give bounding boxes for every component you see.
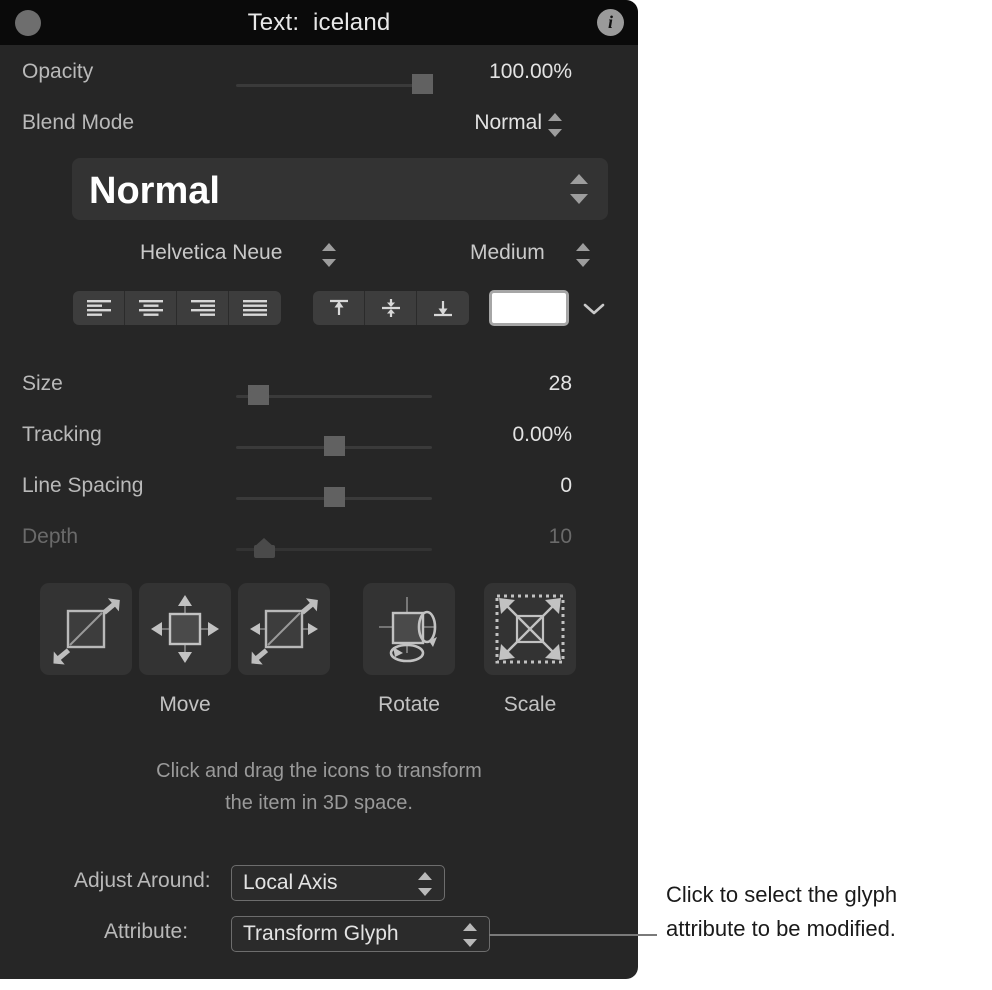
rotate-icon xyxy=(379,597,437,663)
align-middle-icon[interactable] xyxy=(365,291,417,325)
panel-body: Opacity 100.00% Blend Mode Normal Normal… xyxy=(0,45,638,979)
move-plane-z-button[interactable] xyxy=(238,583,330,675)
line-spacing-value[interactable]: 0 xyxy=(420,474,572,498)
info-icon[interactable]: i xyxy=(597,9,624,36)
tracking-label: Tracking xyxy=(22,423,102,446)
transform-hint-line-1: Click and drag the icons to transform xyxy=(156,760,482,782)
adjust-around-label: Adjust Around: xyxy=(74,869,211,892)
tracking-slider-knob[interactable] xyxy=(324,436,345,456)
panel-titlebar: Text: iceland i xyxy=(0,0,638,45)
size-slider-knob[interactable] xyxy=(248,385,269,405)
page-title: Text: iceland xyxy=(247,8,391,36)
blend-mode-popup-stepper-icon[interactable] xyxy=(570,174,588,204)
move-plane-xy-icon xyxy=(53,598,120,665)
font-family-value[interactable]: Helvetica Neue xyxy=(140,241,282,265)
blend-mode-popup-button[interactable]: Normal xyxy=(72,158,608,220)
text-inspector-panel: Text: iceland i Opacity 100.00% Blend Mo… xyxy=(0,0,638,979)
opacity-slider-track[interactable] xyxy=(236,84,432,87)
scale-caption: Scale xyxy=(503,693,557,716)
blend-mode-stepper-icon[interactable] xyxy=(548,113,562,137)
blend-mode-popup-value: Normal xyxy=(89,170,220,212)
depth-label: Depth xyxy=(22,525,79,548)
move-arrows-button[interactable] xyxy=(139,583,231,675)
transform-hint-line-2: the item in 3D space. xyxy=(225,792,413,814)
vertical-alignment-segmented-control[interactable] xyxy=(313,291,469,325)
size-value[interactable]: 28 xyxy=(420,372,572,396)
move-caption: Move xyxy=(159,693,211,716)
align-justify-icon[interactable] xyxy=(229,291,281,325)
adjust-around-stepper-icon[interactable] xyxy=(418,872,432,896)
font-weight-stepper-icon[interactable] xyxy=(576,243,590,267)
font-weight-value[interactable]: Medium xyxy=(470,241,545,265)
line-spacing-slider-knob[interactable] xyxy=(324,487,345,507)
move-plane-xy-button[interactable] xyxy=(40,583,132,675)
scale-button[interactable] xyxy=(484,583,576,675)
align-right-icon[interactable] xyxy=(177,291,229,325)
line-spacing-label: Line Spacing xyxy=(22,474,144,497)
opacity-label: Opacity xyxy=(22,60,94,83)
blend-mode-label: Blend Mode xyxy=(22,111,135,134)
callout-text: Click to select the glyph attribute to b… xyxy=(666,882,898,941)
text-color-well[interactable] xyxy=(489,290,569,326)
opacity-value[interactable]: 100.00% xyxy=(420,60,572,84)
scale-icon xyxy=(495,594,565,664)
align-center-icon[interactable] xyxy=(125,291,177,325)
tracking-value[interactable]: 0.00% xyxy=(420,423,572,447)
screenshot-root: Text: iceland i Opacity 100.00% Blend Mo… xyxy=(0,0,992,990)
adjust-around-popup[interactable]: Local Axis xyxy=(231,865,445,901)
rotate-button[interactable] xyxy=(363,583,455,675)
chevron-down-icon[interactable] xyxy=(583,302,605,316)
depth-value: 10 xyxy=(548,525,572,548)
horizontal-alignment-segmented-control[interactable] xyxy=(73,291,281,325)
align-top-icon[interactable] xyxy=(313,291,365,325)
blend-mode-value[interactable]: Normal xyxy=(370,111,542,135)
depth-slider-knob xyxy=(254,538,275,558)
move-arrows-icon xyxy=(151,595,219,663)
attribute-label: Attribute: xyxy=(104,920,189,943)
attribute-value: Transform Glyph xyxy=(243,922,399,945)
move-plane-z-icon xyxy=(250,598,318,665)
font-family-stepper-icon[interactable] xyxy=(322,243,336,267)
close-icon[interactable] xyxy=(15,10,41,36)
size-label: Size xyxy=(22,372,63,395)
align-bottom-icon[interactable] xyxy=(417,291,469,325)
adjust-around-value: Local Axis xyxy=(243,871,338,894)
attribute-popup[interactable]: Transform Glyph xyxy=(231,916,490,952)
attribute-stepper-icon[interactable] xyxy=(463,923,477,947)
align-left-icon[interactable] xyxy=(73,291,125,325)
callout-leader-line xyxy=(489,934,657,936)
